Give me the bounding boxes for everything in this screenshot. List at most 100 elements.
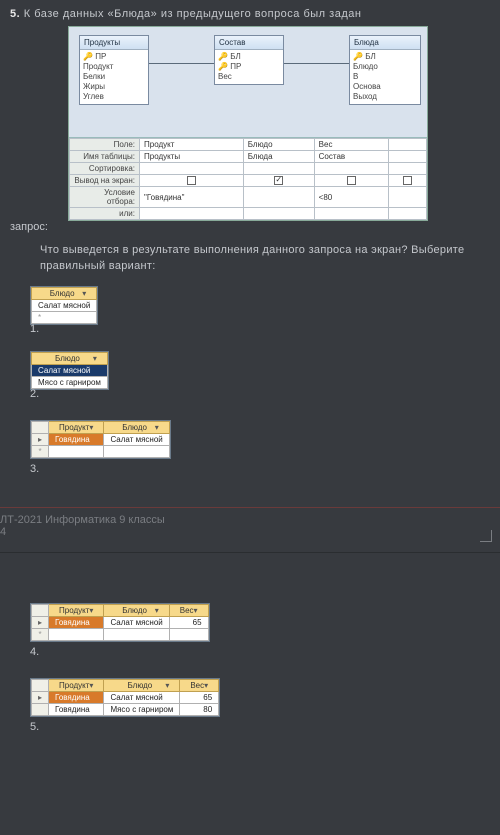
dropdown-icon: ▾ (194, 606, 198, 615)
option-number: 1. (30, 323, 500, 337)
dropdown-icon: ▾ (165, 681, 169, 690)
answer-option-2[interactable]: Блюдо▾ Салат мясной Мясо с гарниром (30, 351, 500, 390)
grid-cell (389, 187, 427, 208)
option-number: 4. (30, 646, 500, 660)
grid-cell: Продукты (140, 151, 244, 163)
grid-cell: Вес (314, 139, 389, 151)
row-label: или: (70, 208, 140, 220)
relation-line (284, 63, 349, 64)
cell: Мясо с гарниром (32, 377, 108, 389)
new-row-cell: * (32, 312, 97, 324)
dropdown-icon: ▾ (204, 681, 208, 690)
col-header: Блюдо▾ (32, 288, 97, 300)
grid-cell: Блюда (243, 151, 314, 163)
cell: Говядина (49, 704, 104, 716)
answer-option-5[interactable]: Продукт▾ Блюдо▾ Вес▾ ▸ Говядина Салат мя… (30, 678, 500, 717)
col-header: Вес▾ (180, 680, 219, 692)
row-label: Имя таблицы: (70, 151, 140, 163)
new-row-marker: * (32, 629, 49, 641)
option-number: 3. (30, 463, 500, 477)
dropdown-icon: ▾ (155, 606, 159, 615)
row-label: Сортировка: (70, 163, 140, 175)
option-number: 2. (30, 388, 500, 402)
query-grid-table: Поле: Продукт Блюдо Вес Имя таблицы: Про… (69, 138, 427, 220)
col-header: Продукт▾ (49, 422, 104, 434)
page-footer: ЛТ-2021 Информатика 9 классы 4 (0, 507, 500, 553)
cell: Салат мясной (32, 300, 97, 312)
col-header: Продукт▾ (49, 605, 104, 617)
relation-line (149, 63, 214, 64)
checkbox-icon (403, 176, 412, 185)
result-table: Продукт▾ Блюдо▾ Вес▾ ▸ Говядина Салат мя… (30, 678, 220, 717)
grid-cell (389, 151, 427, 163)
cell-selected: Говядина (49, 617, 104, 629)
query-grid: Поле: Продукт Блюдо Вес Имя таблицы: Про… (69, 137, 427, 220)
question-number: 5. (10, 8, 20, 20)
table-fields: 🔑 БЛ 🔑 ПР Вес (215, 50, 283, 84)
query-schema: Продукты 🔑 ПР Продукт Белки Жиры Углев С… (68, 26, 428, 221)
row-label: Поле: (70, 139, 140, 151)
result-table: Блюдо▾ Салат мясной * (30, 286, 98, 325)
answer-option-3[interactable]: Продукт▾ Блюдо▾ ▸ Говядина Салат мясной … (30, 420, 500, 459)
cell: Мясо с гарниром (104, 704, 180, 716)
cell-selected: Салат мясной (32, 365, 108, 377)
row-selector (32, 704, 49, 716)
question-prompt: Что выведется в результате выполнения да… (0, 233, 500, 280)
table-title: Состав (215, 36, 283, 50)
grid-cell: Блюдо (243, 139, 314, 151)
grid-cell (140, 163, 244, 175)
grid-cell: "Говядина" (140, 187, 244, 208)
dropdown-icon: ▾ (89, 606, 93, 615)
result-table: Блюдо▾ Салат мясной Мясо с гарниром (30, 351, 109, 390)
col-header: Блюдо▾ (104, 605, 169, 617)
result-table: Продукт▾ Блюдо▾ Вес▾ ▸ Говядина Салат мя… (30, 603, 210, 642)
row-selector: ▸ (32, 692, 49, 704)
row-selector (32, 605, 49, 617)
table-products: Продукты 🔑 ПР Продукт Белки Жиры Углев (79, 35, 149, 105)
dropdown-icon: ▾ (89, 423, 93, 432)
corner-mark-icon (480, 530, 492, 542)
option-number: 5. (30, 721, 500, 735)
row-selector: ▸ (32, 434, 49, 446)
col-header: Блюдо▾ (104, 422, 169, 434)
row-selector (32, 422, 49, 434)
table-fields: 🔑 БЛ Блюдо В Основа Выход (350, 50, 420, 104)
grid-cell: <80 (314, 187, 389, 208)
result-table: Продукт▾ Блюдо▾ ▸ Говядина Салат мясной … (30, 420, 171, 459)
question-intro: 5. К базе данных «Блюда» из предыдущего … (0, 0, 500, 24)
cell: Салат мясной (104, 434, 169, 446)
table-fields: 🔑 ПР Продукт Белки Жиры Углев (80, 50, 148, 104)
grid-cell (243, 175, 314, 187)
col-header: Продукт▾ (49, 680, 104, 692)
grid-cell: Продукт (140, 139, 244, 151)
grid-cell (243, 187, 314, 208)
dropdown-icon: ▾ (155, 423, 159, 432)
question-text-1: К базе данных «Блюда» из предыдущего воп… (24, 8, 362, 20)
checkbox-checked-icon (274, 176, 283, 185)
row-label: Вывод на экран: (70, 175, 140, 187)
table-title: Блюда (350, 36, 420, 50)
cell-selected: Говядина (49, 692, 104, 704)
row-selector: ▸ (32, 617, 49, 629)
table-bluda: Блюда 🔑 БЛ Блюдо В Основа Выход (349, 35, 421, 105)
col-header: Блюдо▾ (32, 353, 108, 365)
table-title: Продукты (80, 36, 148, 50)
cell: 65 (180, 692, 219, 704)
dropdown-icon: ▾ (82, 289, 86, 298)
checkbox-icon (187, 176, 196, 185)
dropdown-icon: ▾ (93, 354, 97, 363)
grid-cell (389, 175, 427, 187)
new-row-marker: * (32, 446, 49, 458)
row-label: Условие отбора: (70, 187, 140, 208)
checkbox-icon (347, 176, 356, 185)
answer-option-1[interactable]: Блюдо▾ Салат мясной * (30, 286, 500, 325)
row-selector (32, 680, 49, 692)
page-number: 4 (0, 526, 490, 538)
answer-option-4[interactable]: Продукт▾ Блюдо▾ Вес▾ ▸ Говядина Салат мя… (30, 603, 500, 642)
cell: 65 (169, 617, 208, 629)
col-header: Блюдо▾ (104, 680, 180, 692)
footer-text: ЛТ-2021 Информатика 9 классы (0, 514, 490, 526)
cell-selected: Говядина (49, 434, 104, 446)
grid-cell (314, 175, 389, 187)
cell: 80 (180, 704, 219, 716)
